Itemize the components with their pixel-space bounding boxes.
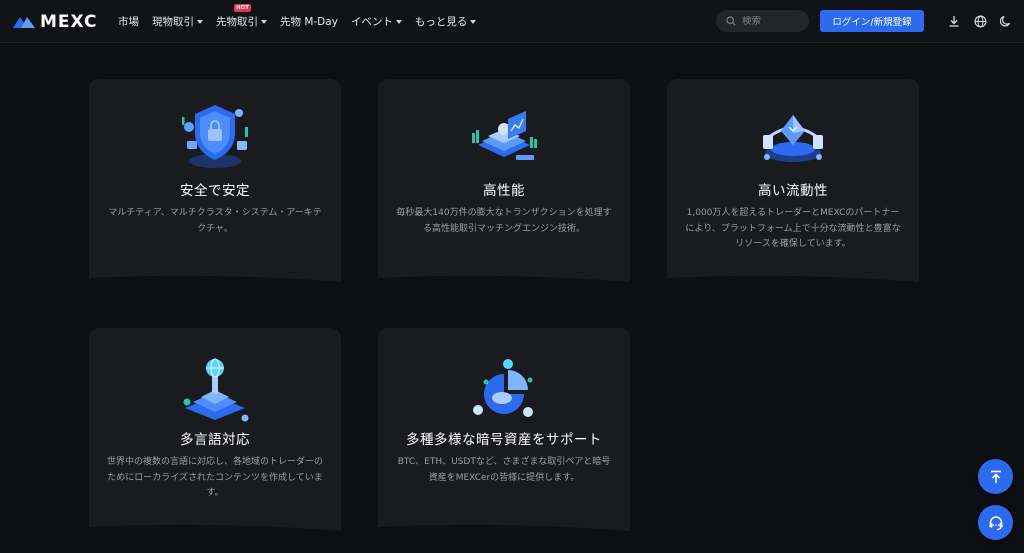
- nav-item-label: イベント: [350, 16, 393, 28]
- caret-down-icon: [261, 19, 267, 24]
- nav-item-more[interactable]: もっと見る: [415, 14, 477, 29]
- search-input[interactable]: [742, 15, 802, 27]
- mexc-logo[interactable]: MEXC: [12, 12, 98, 32]
- nav-item-spot[interactable]: 現物取引: [152, 14, 203, 29]
- nav-item-market[interactable]: 市場: [118, 14, 139, 29]
- feature-card-multilingual: 多言語対応 世界中の複数の言語に対応し、各地域のトレーダーのためにローカライズさ…: [89, 328, 341, 539]
- nav-item-label: 市場: [118, 16, 139, 28]
- caret-down-icon: [197, 19, 203, 24]
- nav-item-label: もっと見る: [414, 16, 468, 28]
- feature-card-security: 安全で安定 マルチティア、マルチクラスタ・システム・アーキテクチャ。: [89, 79, 341, 290]
- caret-down-icon: [395, 19, 402, 24]
- caret-down-icon: [470, 19, 477, 24]
- download-icon[interactable]: [946, 13, 962, 29]
- feature-title: 高い流動性: [758, 183, 828, 199]
- globe-tower-icon: [183, 358, 249, 422]
- search-icon: [726, 16, 736, 26]
- globe-icon[interactable]: [972, 13, 988, 29]
- nav-item-label: 先物 M-Day: [280, 16, 338, 28]
- shield-icon: [182, 105, 248, 168]
- customer-support-button[interactable]: [978, 505, 1013, 540]
- search-box[interactable]: [716, 10, 809, 32]
- scroll-top-button[interactable]: [978, 459, 1013, 494]
- arrow-up-icon: [990, 470, 1001, 483]
- card-wave-decor: [89, 524, 341, 539]
- feature-desc: 世界中の複数の言語に対応し、各地域のトレーダーのためにローカライズされたコンテン…: [106, 457, 323, 498]
- card-wave-decor: [89, 275, 341, 290]
- feature-title: 安全で安定: [180, 183, 250, 199]
- nav-item-label: 現物取引: [152, 16, 194, 28]
- login-register-button[interactable]: ログイン/新規登録: [820, 10, 924, 32]
- card-wave-decor: [667, 275, 919, 290]
- feature-title: 多言語対応: [180, 432, 250, 448]
- nav-links: 市場 現物取引 HOT 先物取引 先物 M-Day イベント もっと見る: [118, 0, 489, 43]
- mexc-logo-icon: [13, 17, 35, 28]
- feature-desc: BTC、ETH、USDTなど、さまざまな取引ペアと暗号資産をMEXCerの皆様に…: [397, 457, 611, 483]
- crystal-platform-icon: [763, 115, 823, 162]
- card-wave-decor: [378, 275, 630, 290]
- feature-desc: 1,000万人を超えるトレーダーとMEXCのパートナーにより、プラットフォーム上…: [685, 208, 901, 249]
- server-chart-icon: [472, 111, 537, 160]
- feature-card-performance: 高性能 毎秒最大140万件の膨大なトランザクションを処理する高性能取引マッチング…: [378, 79, 630, 290]
- nav-item-label: 先物取引: [216, 16, 258, 28]
- feature-desc: マルチティア、マルチクラスタ・システム・アーキテクチャ。: [108, 208, 322, 234]
- coins-chart-icon: [473, 359, 533, 417]
- top-nav: MEXC 市場 現物取引 HOT 先物取引 先物 M-Day イベント もっと見…: [0, 0, 1024, 43]
- moon-icon[interactable]: [998, 13, 1014, 29]
- feature-card-assets: 多種多様な暗号資産をサポート BTC、ETH、USDTなど、さまざまな取引ペアと…: [378, 328, 630, 539]
- logo-text: MEXC: [40, 12, 98, 32]
- nav-item-events[interactable]: イベント: [351, 14, 402, 29]
- nav-item-futures-mday[interactable]: 先物 M-Day: [280, 14, 338, 29]
- feature-title: 高性能: [483, 183, 525, 199]
- headset-icon: [989, 515, 1002, 530]
- card-wave-decor: [378, 524, 630, 539]
- feature-title: 多種多様な暗号資産をサポート: [406, 432, 602, 448]
- feature-card-liquidity: 高い流動性 1,000万人を超えるトレーダーとMEXCのパートナーにより、プラッ…: [667, 79, 919, 290]
- feature-desc: 毎秒最大140万件の膨大なトランザクションを処理する高性能取引マッチングエンジン…: [396, 208, 612, 234]
- hot-badge: HOT: [234, 4, 252, 12]
- nav-item-futures[interactable]: HOT 先物取引: [216, 4, 267, 29]
